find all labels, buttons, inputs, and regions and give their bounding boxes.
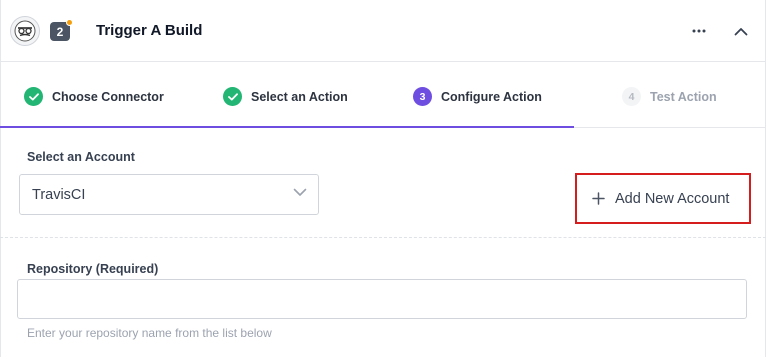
account-select-value: TravisCI [32, 186, 86, 203]
travisci-mascot-icon [10, 16, 40, 46]
page-title: Trigger A Build [96, 22, 203, 39]
status-dot [66, 19, 73, 26]
chevron-up-icon [734, 27, 748, 35]
stepper-progress-bar [0, 126, 574, 128]
step-configure-action[interactable]: 3 Configure Action [413, 87, 542, 106]
step-label: Configure Action [441, 89, 542, 104]
add-new-account-label: Add New Account [615, 190, 730, 207]
repository-input[interactable] [17, 279, 747, 319]
collapse-button[interactable] [730, 21, 752, 41]
step-test-action[interactable]: 4 Test Action [622, 87, 717, 106]
step-number: 2 [56, 24, 64, 39]
account-label: Select an Account [27, 150, 135, 164]
step-number-badge: 2 [50, 19, 73, 41]
action-header: 2 Trigger A Build [0, 0, 766, 62]
action-stepper: Choose Connector Select an Action 3 Conf… [0, 62, 766, 128]
section-divider [0, 237, 766, 238]
plus-icon [592, 192, 605, 205]
add-new-account-button[interactable]: Add New Account [575, 173, 751, 224]
required-tag: (Required) [95, 262, 159, 276]
more-horizontal-icon [692, 29, 706, 33]
step-number-circle: 4 [622, 87, 641, 106]
step-number-circle: 3 [413, 87, 432, 106]
step-choose-connector[interactable]: Choose Connector [24, 87, 164, 106]
more-options-button[interactable] [688, 22, 710, 40]
repository-hint: Enter your repository name from the list… [27, 326, 272, 340]
account-select[interactable]: TravisCI [19, 174, 319, 215]
chevron-down-icon [293, 188, 307, 196]
repository-label: Repository [27, 262, 93, 276]
check-circle-icon [24, 87, 43, 106]
step-label: Test Action [650, 89, 717, 104]
step-label: Choose Connector [52, 89, 164, 104]
repository-label-row: Repository (Required) [27, 262, 158, 276]
step-select-action[interactable]: Select an Action [223, 87, 348, 106]
step-label: Select an Action [251, 89, 348, 104]
check-circle-icon [223, 87, 242, 106]
